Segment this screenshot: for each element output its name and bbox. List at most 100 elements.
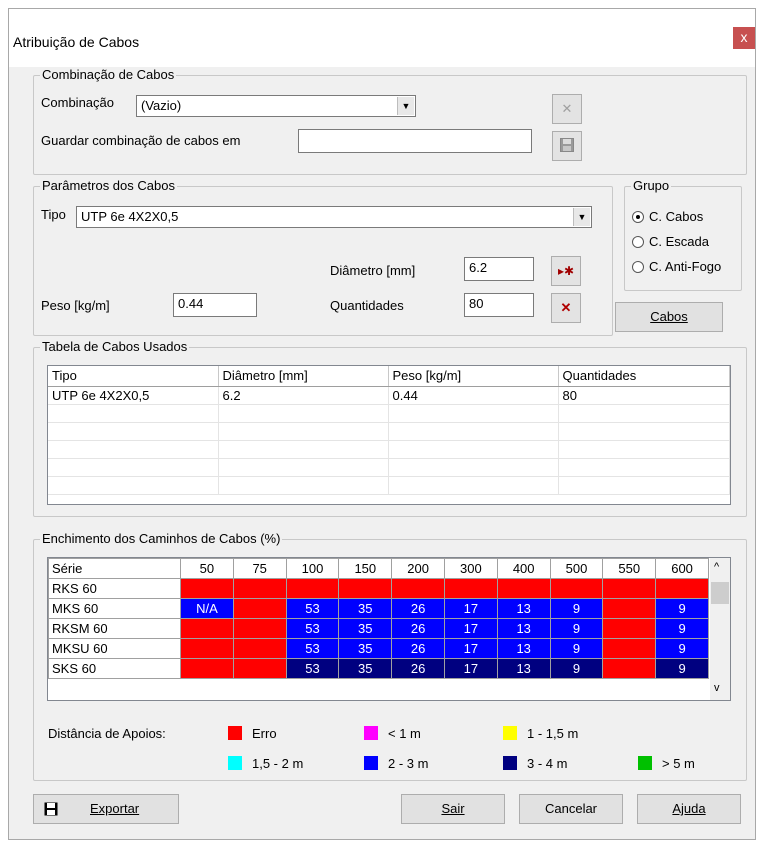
legend-label: > 5 m [662, 756, 695, 771]
combination-select[interactable]: (Vazio) ▼ [136, 95, 416, 117]
scroll-up-icon[interactable]: ^ [714, 561, 719, 573]
fill-cell: 17 [443, 658, 498, 679]
fill-cell: 17 [443, 598, 498, 619]
fill-cell: 9 [549, 638, 604, 659]
series-column-header[interactable]: Série [48, 558, 181, 579]
fill-cell [232, 638, 287, 659]
window-title: Atribuição de Cabos [13, 34, 140, 50]
width-column-header[interactable]: 75 [232, 558, 287, 579]
floppy-disk-icon [560, 138, 574, 152]
fill-cell [602, 578, 657, 599]
export-button[interactable]: Exportar [33, 794, 179, 824]
used-cables-group: Tabela de Cabos Usados Tipo Diâmetro [mm… [33, 339, 747, 517]
table-row-empty [48, 440, 730, 459]
fill-cell: 26 [391, 638, 445, 659]
chevron-down-icon[interactable]: ▼ [573, 208, 590, 226]
chevron-down-icon[interactable]: ▼ [397, 97, 414, 115]
radio-c-escada[interactable]: C. Escada [632, 234, 709, 249]
legend-swatch [503, 726, 517, 740]
fill-grid: Série 50 75 100 150 200 300 400 500 550 600 RKS 60… [48, 558, 709, 679]
legend-item: < 1 m [364, 726, 421, 741]
fill-cell: 9 [655, 598, 709, 619]
width-column-header[interactable]: 150 [338, 558, 393, 579]
scroll-thumb[interactable] [711, 582, 729, 604]
series-name: MKS 60 [48, 598, 181, 619]
column-header[interactable]: Tipo [48, 366, 219, 387]
column-header[interactable]: Diâmetro [mm] [218, 366, 389, 387]
legend-label: Erro [252, 726, 277, 741]
cancel-button[interactable]: Cancelar [519, 794, 623, 824]
table-row[interactable]: RKSM 60 53 35 26 17 13 9 9 [48, 618, 709, 639]
save-combination-button[interactable] [552, 131, 582, 161]
delete-combination-button[interactable]: ✕ [552, 94, 582, 124]
diameter-input[interactable]: 6.2 [464, 257, 534, 281]
legend-item: 1 - 1,5 m [503, 726, 578, 741]
floppy-disk-icon [44, 802, 58, 816]
table-row-empty [48, 458, 730, 477]
delete-disabled-icon: ✕ [561, 101, 573, 116]
group-box-title: Grupo [631, 178, 672, 193]
legend-item: > 5 m [638, 756, 695, 771]
fill-table-scrollbar[interactable]: ^ v [710, 558, 730, 700]
fill-group-title: Enchimento dos Caminhos de Cabos (%) [40, 531, 283, 546]
fill-cell: 53 [285, 618, 340, 639]
type-value: UTP 6e 4X2X0,5 [81, 209, 179, 224]
fill-cell [180, 658, 234, 679]
quantity-label: Quantidades [330, 298, 404, 313]
title-bar: Atribuição de Cabos x [9, 9, 755, 67]
remove-cable-button[interactable]: ✕ [551, 293, 581, 323]
radio-c-cabos[interactable]: C. Cabos [632, 209, 703, 224]
add-cable-button[interactable]: ▸✱ [551, 256, 581, 286]
help-button[interactable]: Ajuda [637, 794, 741, 824]
fill-group: Enchimento dos Caminhos de Cabos (%) Sér… [33, 531, 747, 781]
table-header-row: Tipo Diâmetro [mm] Peso [kg/m] Quantidad… [48, 366, 730, 387]
fill-cell [232, 598, 287, 619]
quantity-input[interactable]: 80 [464, 293, 534, 317]
radio-c-anti-fogo[interactable]: C. Anti-Fogo [632, 259, 721, 274]
table-row[interactable]: UTP 6e 4X2X0,5 6.2 0.44 80 [48, 386, 730, 405]
series-name: RKSM 60 [48, 618, 181, 639]
table-row[interactable]: SKS 60 53 35 26 17 13 9 9 [48, 658, 709, 679]
weight-input[interactable]: 0.44 [173, 293, 257, 317]
column-header[interactable]: Quantidades [558, 366, 730, 387]
fill-cell: 53 [285, 638, 340, 659]
close-button[interactable]: x [733, 27, 755, 49]
fill-cell [443, 578, 498, 599]
width-column-header[interactable]: 400 [496, 558, 551, 579]
table-row[interactable]: RKS 60 [48, 578, 709, 599]
save-combination-input[interactable] [298, 129, 532, 153]
column-header[interactable]: Peso [kg/m] [388, 366, 559, 387]
legend-item: 3 - 4 m [503, 756, 567, 771]
diameter-label: Diâmetro [mm] [330, 263, 416, 278]
scroll-down-icon[interactable]: v [714, 682, 720, 694]
table-row[interactable]: MKS 60 N/A 53 35 26 17 13 9 9 [48, 598, 709, 619]
table-row-empty [48, 404, 730, 423]
table-row-empty [48, 422, 730, 441]
help-button-label: Ajuda [672, 801, 706, 816]
width-column-header[interactable]: 500 [549, 558, 604, 579]
legend-item: Erro [228, 726, 277, 741]
table-row[interactable]: MKSU 60 53 35 26 17 13 9 9 [48, 638, 709, 659]
remove-cable-icon: ✕ [560, 300, 572, 315]
save-combination-label: Guardar combinação de cabos em [41, 133, 241, 148]
cabos-button[interactable]: Cabos [615, 302, 723, 332]
type-label: Tipo [41, 207, 66, 222]
width-column-header[interactable]: 100 [285, 558, 340, 579]
width-column-header[interactable]: 550 [602, 558, 657, 579]
legend-item: 2 - 3 m [364, 756, 428, 771]
fill-cell [602, 618, 657, 639]
type-select[interactable]: UTP 6e 4X2X0,5 ▼ [76, 206, 592, 228]
cabos-button-label: Cabos [650, 309, 688, 324]
fill-cell [232, 618, 287, 639]
fill-cell: 13 [496, 598, 551, 619]
combination-label: Combinação [41, 95, 114, 110]
fill-cell [602, 638, 657, 659]
width-column-header[interactable]: 300 [443, 558, 498, 579]
exit-button[interactable]: Sair [401, 794, 505, 824]
fill-cell [338, 578, 393, 599]
fill-cell: 26 [391, 598, 445, 619]
width-column-header[interactable]: 50 [180, 558, 234, 579]
width-column-header[interactable]: 200 [391, 558, 445, 579]
params-group-title: Parâmetros dos Cabos [40, 178, 177, 193]
width-column-header[interactable]: 600 [655, 558, 709, 579]
